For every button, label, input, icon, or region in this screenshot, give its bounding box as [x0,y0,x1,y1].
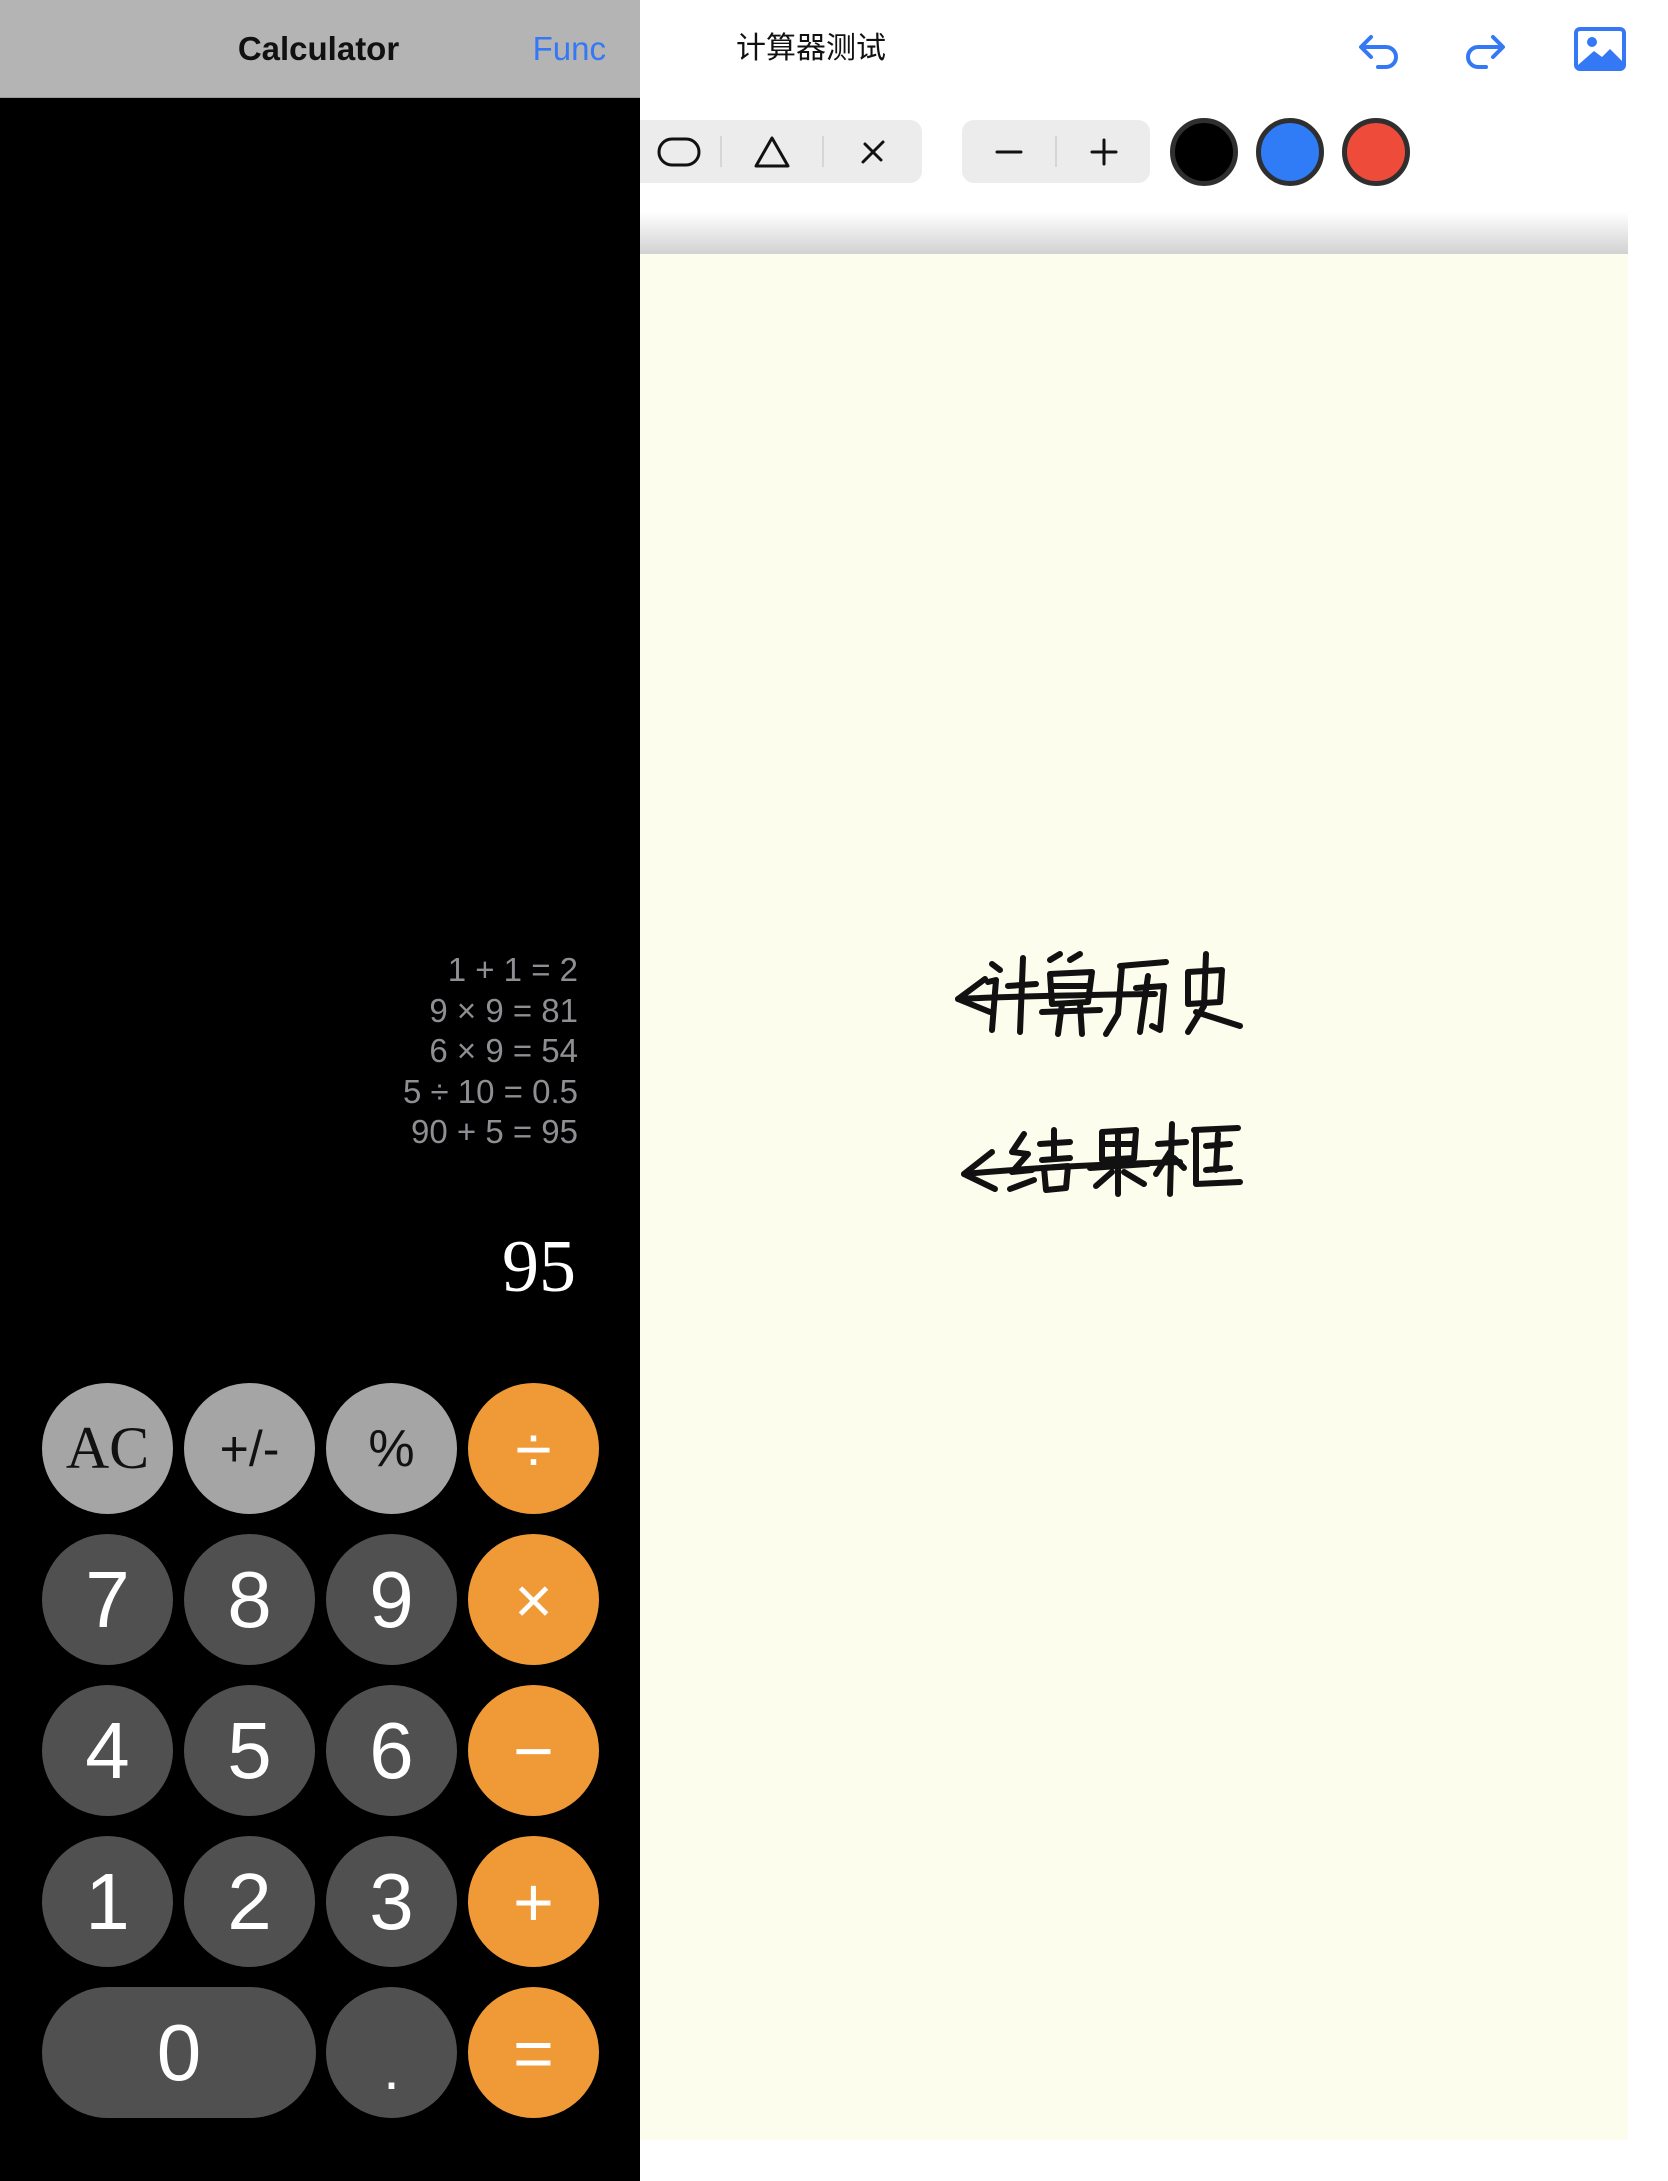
line-icon [861,140,885,163]
note-title: 计算器测试 [736,32,886,65]
multiply-button[interactable]: × [468,1534,599,1665]
rounded-rectangle-tool[interactable] [640,120,720,183]
history-entry: 1 + 1 = 2 [447,951,578,988]
minus-icon [995,150,1023,153]
digit-label: 5 [227,1705,272,1795]
minus-label: − [513,1711,554,1790]
color-red-swatch[interactable] [1342,118,1410,186]
divide-label: ÷ [515,1411,552,1486]
digit-label: 3 [369,1856,414,1946]
digit-4-button[interactable]: 4 [42,1685,173,1816]
paper-top-edge [640,212,1628,256]
history-entry: 90 + 5 = 95 [411,1113,578,1150]
annotation-result-handwriting [1007,1121,1243,1197]
digit-0-button[interactable]: 0 [42,1987,316,2118]
handwritten-annotations [955,951,1243,1197]
history-entry: 9 × 9 = 81 [429,991,578,1029]
digit-label: 7 [85,1554,130,1644]
increase-size-button[interactable] [1057,120,1150,183]
color-black-swatch[interactable] [1170,118,1238,186]
decimal-label: . [383,2035,400,2102]
digit-label: 8 [227,1554,272,1644]
func-button[interactable]: Func [533,0,606,98]
divide-button[interactable]: ÷ [468,1383,599,1514]
digit-2-button[interactable]: 2 [184,1836,315,1967]
sign-label: +/- [219,1420,280,1477]
ac-label: AC [65,1415,150,1481]
triangle-icon [754,136,790,167]
history-entry: 6 × 9 = 54 [429,1032,578,1069]
plus-icon [1090,138,1117,165]
size-toolbar [962,120,1150,183]
equals-button[interactable]: = [468,1987,599,2118]
digit-label: 2 [227,1856,272,1946]
decrease-size-button[interactable] [962,120,1056,183]
digit-label: 6 [369,1705,414,1795]
digit-6-button[interactable]: 6 [326,1685,457,1816]
percent-button[interactable]: % [326,1383,457,1514]
digit-5-button[interactable]: 5 [184,1685,315,1816]
redo-icon[interactable] [1460,23,1512,75]
image-icon[interactable] [1572,23,1628,75]
digit-7-button[interactable]: 7 [42,1534,173,1665]
digit-9-button[interactable]: 9 [326,1534,457,1665]
drawing-canvas[interactable] [640,254,1628,2140]
digit-label: 4 [85,1705,130,1795]
digit-3-button[interactable]: 3 [326,1836,457,1967]
calculator-panel: Calculator Func 1 + 1 = 2 9 × 9 = 81 6 ×… [0,0,640,2181]
minus-button[interactable]: − [468,1685,599,1816]
plus-label: + [513,1862,554,1941]
digit-label: 0 [156,2007,202,2097]
line-tool[interactable] [824,120,922,183]
result-display: 95 [502,1226,576,1308]
sign-toggle-button[interactable]: +/- [184,1383,315,1514]
digit-label: 9 [369,1554,414,1644]
triangle-tool[interactable] [722,120,822,183]
digit-8-button[interactable]: 8 [184,1534,315,1665]
notes-panel: 计算器测试 [640,0,1668,2181]
plus-button[interactable]: + [468,1836,599,1967]
notes-header: 计算器测试 [640,0,1668,98]
calculator-header: Calculator Func [0,0,640,98]
calculation-history: 1 + 1 = 2 9 × 9 = 81 6 × 9 = 54 5 ÷ 10 =… [403,950,578,1153]
multiply-label: × [514,1562,553,1637]
decimal-button[interactable]: . [326,1987,457,2118]
rounded-rectangle-icon [657,137,701,166]
history-entry: 5 ÷ 10 = 0.5 [403,1072,578,1110]
digit-label: 1 [85,1856,130,1946]
shape-toolbar [640,120,922,183]
undo-icon[interactable] [1352,23,1404,75]
ac-button[interactable]: AC [42,1383,173,1514]
percent-label: % [368,1419,415,1478]
color-blue-swatch[interactable] [1256,118,1324,186]
equals-label: = [513,2013,554,2092]
digit-1-button[interactable]: 1 [42,1836,173,1967]
